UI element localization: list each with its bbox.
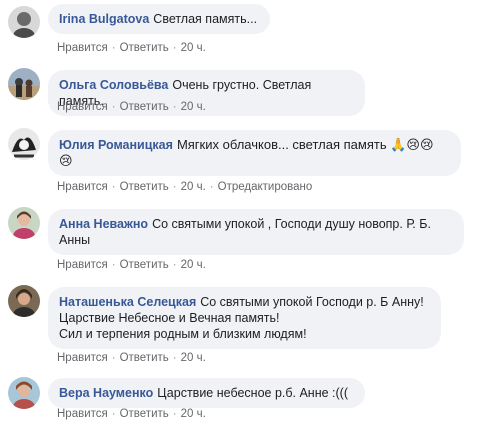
comment-bubble: Юлия Романицкая Мягких облачков... светла… bbox=[48, 130, 461, 176]
timestamp-link[interactable]: 20 ч. bbox=[181, 408, 206, 420]
comment-actions: Нравится · Ответить · 20 ч. bbox=[57, 351, 206, 365]
reply-link[interactable]: Ответить bbox=[120, 101, 169, 113]
comment-text: Царствие небесное р.б. Анне :((( bbox=[157, 386, 349, 400]
comment-text: Со святыми упокой , Господи душу новопр.… bbox=[152, 217, 431, 231]
separator: · bbox=[111, 181, 116, 193]
separator: · bbox=[172, 101, 177, 113]
timestamp-link[interactable]: 20 ч. bbox=[181, 352, 206, 364]
edited-label[interactable]: Отредактировано bbox=[218, 181, 313, 193]
comment-text: Анны bbox=[59, 233, 91, 247]
comment-author[interactable]: Анна Неважно bbox=[59, 217, 148, 231]
like-link[interactable]: Нравится bbox=[57, 181, 108, 193]
comment-text: Сил и терпения родным и близким людям! bbox=[59, 327, 307, 341]
separator: · bbox=[172, 352, 177, 364]
comment-bubble: Наташенька Селецкая Со святыми упокой Гос… bbox=[48, 287, 441, 349]
separator: · bbox=[172, 408, 177, 420]
comment-author[interactable]: Ольга Соловьёва bbox=[59, 78, 168, 92]
avatar[interactable] bbox=[8, 68, 40, 100]
separator: · bbox=[111, 352, 116, 364]
comment-bubble: Irina Bulgatova Светлая память... bbox=[48, 4, 270, 34]
comment-bubble: Анна Неважно Со святыми упокой , Господи … bbox=[48, 209, 464, 255]
comment-text: Со святыми упокой Господи р. Б Анну! bbox=[200, 295, 424, 309]
avatar[interactable] bbox=[8, 285, 40, 317]
separator: · bbox=[111, 101, 116, 113]
separator: · bbox=[111, 408, 116, 420]
comment-text: Светлая память... bbox=[153, 12, 258, 26]
like-link[interactable]: Нравится bbox=[57, 101, 108, 113]
avatar[interactable] bbox=[8, 128, 40, 160]
comment-actions: Нравится · Ответить · 20 ч. bbox=[57, 41, 206, 55]
timestamp-link[interactable]: 20 ч. bbox=[181, 181, 206, 193]
comment-actions: Нравится · Ответить · 20 ч. bbox=[57, 100, 206, 114]
comments-list: Irina Bulgatova Светлая память... Нравитс… bbox=[0, 0, 493, 428]
avatar[interactable] bbox=[8, 207, 40, 239]
separator: · bbox=[172, 181, 177, 193]
reply-link[interactable]: Ответить bbox=[120, 352, 169, 364]
separator: · bbox=[209, 181, 214, 193]
reply-link[interactable]: Ответить bbox=[120, 259, 169, 271]
reply-link[interactable]: Ответить bbox=[120, 42, 169, 54]
timestamp-link[interactable]: 20 ч. bbox=[181, 42, 206, 54]
comment-bubble: Вера Науменко Царствие небесное р.б. Анне… bbox=[48, 378, 365, 408]
comment-author[interactable]: Вера Науменко bbox=[59, 386, 153, 400]
like-link[interactable]: Нравится bbox=[57, 42, 108, 54]
separator: · bbox=[111, 259, 116, 271]
avatar[interactable] bbox=[8, 6, 40, 38]
separator: · bbox=[172, 259, 177, 271]
timestamp-link[interactable]: 20 ч. bbox=[181, 259, 206, 271]
comment-author[interactable]: Юлия Романицкая bbox=[59, 138, 173, 152]
comment-actions: Нравится · Ответить · 20 ч. bbox=[57, 258, 206, 272]
like-link[interactable]: Нравится bbox=[57, 408, 108, 420]
separator: · bbox=[172, 42, 177, 54]
reply-link[interactable]: Ответить bbox=[120, 181, 169, 193]
comment-text: 😢 bbox=[59, 153, 73, 168]
reply-link[interactable]: Ответить bbox=[120, 408, 169, 420]
avatar[interactable] bbox=[8, 377, 40, 409]
separator: · bbox=[111, 42, 116, 54]
like-link[interactable]: Нравится bbox=[57, 259, 108, 271]
comment-text: Царствие Небесное и Вечная память! bbox=[59, 311, 280, 325]
comment-author[interactable]: Irina Bulgatova bbox=[59, 12, 149, 26]
comment-author[interactable]: Наташенька Селецкая bbox=[59, 295, 196, 309]
timestamp-link[interactable]: 20 ч. bbox=[181, 101, 206, 113]
comment-text: Мягких облачков... светлая память 🙏😢😢 bbox=[176, 137, 434, 152]
comment-actions: Нравится · Ответить · 20 ч. bbox=[57, 407, 206, 421]
like-link[interactable]: Нравится bbox=[57, 352, 108, 364]
comment-actions: Нравится · Ответить · 20 ч. · Отредактировано bbox=[57, 180, 312, 194]
